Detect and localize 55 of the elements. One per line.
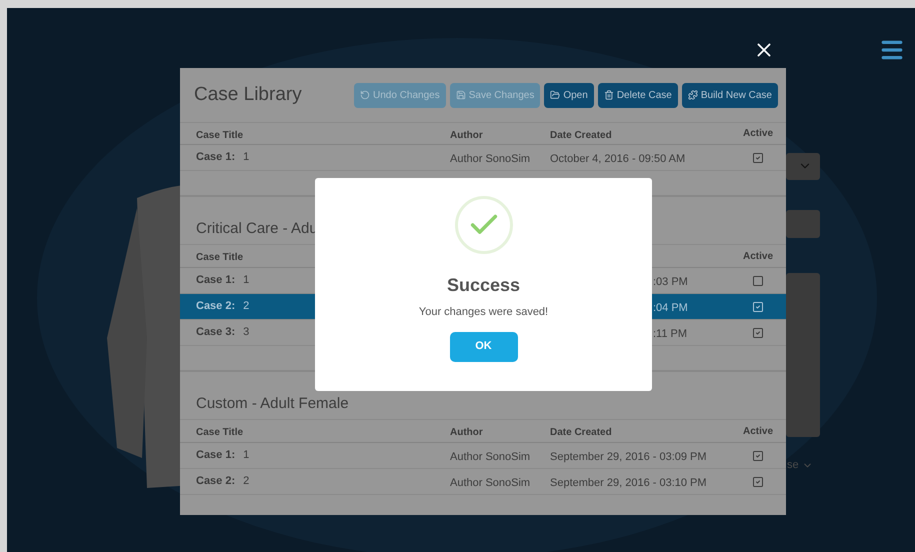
- case-label: Case 3:: [196, 325, 236, 340]
- checked-checkbox-icon[interactable]: [752, 152, 764, 164]
- checked-checkbox-icon[interactable]: [752, 476, 764, 488]
- ok-button[interactable]: OK: [450, 332, 518, 362]
- author-cell: Author SonoSim: [450, 476, 530, 488]
- checked-checkbox-icon[interactable]: [752, 450, 764, 462]
- save-icon: [456, 90, 466, 100]
- field-label: se: [787, 458, 799, 473]
- column-header: Active: [742, 127, 773, 141]
- date-cell: :11 PM: [653, 328, 688, 340]
- case-number: 1: [243, 150, 250, 166]
- date-cell: September 29, 2016 - 03:09 PM: [550, 450, 707, 462]
- column-header: Case Title: [196, 130, 244, 140]
- column-header: Date Created: [550, 427, 612, 438]
- date-cell: October 4, 2016 - 09:50 AM: [550, 152, 686, 164]
- toolbar-button[interactable]: Build New Case: [682, 82, 778, 108]
- column-header: Active: [742, 424, 773, 438]
- checkbox-icon[interactable]: [752, 274, 764, 286]
- case-number: 1: [243, 273, 250, 288]
- undo-icon: [360, 90, 370, 100]
- case-number: 1: [243, 448, 250, 464]
- trash-icon: [604, 90, 614, 100]
- date-cell: :04 PM: [653, 302, 688, 314]
- case-number: 2: [243, 299, 250, 314]
- check-icon: [454, 196, 512, 254]
- case-number: 3: [243, 325, 250, 340]
- column-header: Date Created: [550, 130, 612, 140]
- case-label: Case 1:: [196, 150, 236, 166]
- table-row[interactable]: Case 1: 1 Author SonoSim September 29, 2016 - 03:09 PM: [180, 443, 786, 469]
- panel-title: Case Library: [194, 82, 302, 107]
- checked-checkbox-icon[interactable]: [752, 300, 764, 312]
- toolbar-button[interactable]: Delete Case: [598, 82, 678, 108]
- column-header: Active: [742, 250, 773, 264]
- author-cell: Author SonoSim: [450, 450, 530, 462]
- table-row[interactable]: Case 1: 1 Author SonoSim October 4, 2016 - 09:50 AM: [180, 145, 786, 171]
- column-header: Case Title: [196, 252, 244, 263]
- author-cell: Author SonoSim: [450, 152, 530, 164]
- dialog-title: Success: [446, 274, 520, 297]
- case-number: 2: [243, 474, 250, 490]
- case-label: Case 2:: [196, 299, 236, 314]
- date-cell: :03 PM: [653, 276, 688, 288]
- folder-icon: [550, 90, 560, 100]
- case-label: Case 1:: [196, 448, 236, 464]
- checked-checkbox-icon[interactable]: [752, 326, 764, 338]
- puzzle-icon: [688, 90, 698, 100]
- group-title: Custom - Adult Female: [196, 394, 349, 414]
- column-header: Author: [450, 427, 483, 438]
- date-cell: September 29, 2016 - 03:10 PM: [550, 476, 707, 488]
- case-label: Case 2:: [196, 474, 236, 490]
- column-header: Author: [450, 130, 483, 140]
- toolbar-button[interactable]: Open: [544, 82, 594, 108]
- case-label: Case 1:: [196, 273, 236, 288]
- table-row[interactable]: Case 2: 2 Author SonoSim September 29, 2016 - 03:10 PM: [180, 469, 786, 495]
- dialog-message: Your changes were saved!: [418, 305, 548, 320]
- column-header: Case Title: [196, 427, 244, 438]
